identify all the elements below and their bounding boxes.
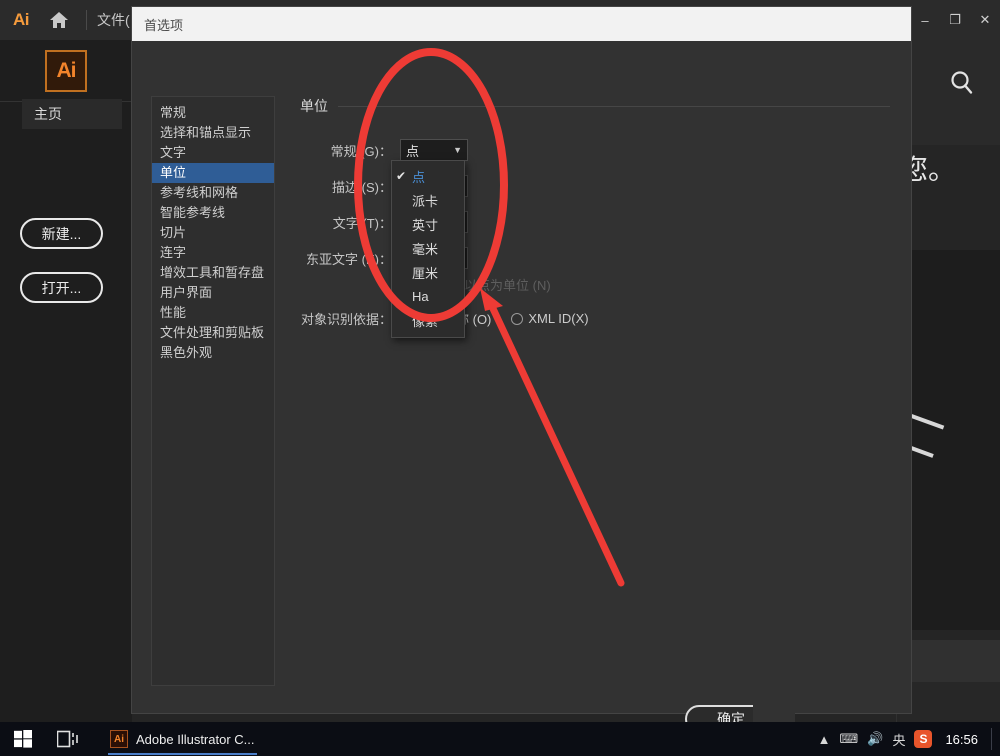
category-item-11[interactable]: 文件处理和剪贴板 [152, 323, 274, 343]
show-desktop-button[interactable] [991, 728, 992, 750]
screen-root: Ai 文件( – ❐ ✕ Ai 主页 新建... 打开... 您。 首选项 常规… [0, 0, 1000, 756]
dialog-body: 常规 选择和锚点显示 文字 单位 参考线和网格 智能参考线 切片 连字 增效工具… [132, 41, 911, 737]
dropdown-label-inch: 英寸 [412, 217, 439, 233]
category-item-10[interactable]: 性能 [152, 303, 274, 323]
dropdown-item-pixel[interactable]: 像素 [392, 308, 464, 332]
check-icon: ✔ [396, 169, 407, 183]
app-logo-icon: Ai [13, 10, 30, 29]
category-item-9[interactable]: 用户界面 [152, 283, 274, 303]
home-icon[interactable] [42, 3, 76, 37]
tray-keyboard-icon[interactable]: ⌨ [839, 731, 858, 747]
field-label-general: 常规 (G)： [330, 143, 392, 159]
tray-chevron-icon[interactable]: ▲ [818, 732, 831, 747]
minimize-button[interactable]: – [910, 0, 940, 40]
right-panel-lower [900, 250, 1000, 630]
category-item-1[interactable]: 选择和锚点显示 [152, 123, 274, 143]
category-item-0[interactable]: 常规 [152, 103, 274, 123]
new-file-button[interactable]: 新建... [20, 218, 103, 249]
radio-option-xml-id[interactable]: XML ID(X) [511, 311, 589, 326]
field-row-general: 常规 (G)： 点 ▼ [300, 138, 890, 162]
field-label-asian-type: 东亚文字 (E)： [306, 251, 392, 267]
taskbar-item-label: Adobe Illustrator C... [136, 731, 255, 747]
dialog-title: 首选项 [144, 17, 184, 33]
dropdown-label-centimeter: 厘米 [412, 265, 439, 281]
field-row-asian-type: 东亚文字 (E)： 点 ▼ [300, 246, 890, 270]
close-button[interactable]: ✕ [970, 0, 1000, 40]
category-item-8[interactable]: 增效工具和暂存盘 [152, 263, 274, 283]
category-item-7[interactable]: 连字 [152, 243, 274, 263]
field-label-type: 文字 (T)： [332, 215, 392, 231]
sogou-ime-icon[interactable]: S [914, 730, 933, 748]
dropdown-item-point[interactable]: ✔ 点 [392, 164, 464, 188]
open-file-button[interactable]: 打开... [20, 272, 103, 303]
dropdown-label-pica: 派卡 [412, 193, 439, 209]
radio-label-xml-id: XML ID(X) [528, 311, 589, 326]
field-row-stroke: 描边 (S)： 点 ▼ [300, 174, 890, 198]
preferences-dialog: 首选项 常规 选择和锚点显示 文字 单位 参考线和网格 智能参考线 切片 连字 … [131, 6, 912, 737]
restore-button[interactable]: ❐ [940, 0, 970, 40]
chevron-down-icon: ▼ [453, 145, 462, 155]
illustrator-taskbar-icon: Ai [110, 730, 128, 748]
category-item-12[interactable]: 黑色外观 [152, 343, 274, 363]
dropdown-item-ha[interactable]: Ha [392, 284, 464, 308]
object-identify-label: 对象识别依据： [300, 312, 392, 327]
select-general-value: 点 [406, 143, 420, 159]
dialog-titlebar: 首选项 [132, 7, 911, 41]
search-icon[interactable] [937, 58, 987, 108]
section-rule [338, 105, 890, 107]
field-label-stroke: 描边 (S)： [332, 179, 392, 195]
system-tray: ▲ ⌨ 🔊 央 S 16:56 [818, 722, 1000, 756]
windows-start-icon[interactable] [0, 730, 46, 748]
dropdown-item-pica[interactable]: 派卡 [392, 188, 464, 212]
taskbar-item-illustrator[interactable]: Ai Adobe Illustrator C... [100, 722, 265, 756]
category-item-2[interactable]: 文字 [152, 143, 274, 163]
radio-dot-xml-id[interactable] [511, 312, 524, 325]
tray-ime-mode-icon[interactable]: 央 [892, 730, 905, 749]
section-header: 单位 [300, 96, 890, 116]
preferences-category-list[interactable]: 常规 选择和锚点显示 文字 单位 参考线和网格 智能参考线 切片 连字 增效工具… [151, 96, 275, 686]
dropdown-label-point: 点 [412, 169, 426, 185]
illustrator-logo-icon: Ai [45, 49, 87, 92]
field-row-type: 文字 (T)： 点 ▼ [300, 210, 890, 234]
taskbar-clock[interactable]: 16:56 [945, 732, 978, 747]
menu-file[interactable]: 文件( [97, 10, 130, 30]
window-controls: – ❐ ✕ [910, 0, 1000, 40]
select-general-units[interactable]: 点 ▼ [400, 139, 468, 161]
section-title: 单位 [300, 98, 328, 114]
toolbar-separator [86, 10, 87, 30]
category-item-5[interactable]: 智能参考线 [152, 203, 274, 223]
dropdown-item-millimeter[interactable]: 毫米 [392, 236, 464, 260]
dropdown-item-inch[interactable]: 英寸 [392, 212, 464, 236]
category-item-units[interactable]: 单位 [152, 163, 274, 183]
rail-logo-area: Ai [0, 40, 132, 102]
category-item-6[interactable]: 切片 [152, 223, 274, 243]
windows-taskbar: Ai Adobe Illustrator C... ▲ ⌨ 🔊 央 S 16:5… [0, 722, 1000, 756]
dropdown-label-millimeter: 毫米 [412, 241, 439, 257]
units-dropdown-menu[interactable]: ✔ 点 派卡 英寸 毫米 厘米 Ha 像素 [391, 160, 465, 338]
preferences-units-pane: 单位 常规 (G)： 点 ▼ 描边 (S)： 点 ▼ [300, 96, 890, 696]
tray-volume-icon[interactable]: 🔊 [867, 731, 883, 747]
task-view-icon[interactable] [46, 730, 90, 748]
dropdown-label-pixel: 像素 [412, 313, 439, 329]
category-item-4[interactable]: 参考线和网格 [152, 183, 274, 203]
left-rail: Ai [0, 40, 132, 722]
dropdown-item-centimeter[interactable]: 厘米 [392, 260, 464, 284]
dropdown-label-ha: Ha [412, 288, 429, 304]
sidebar-item-home[interactable]: 主页 [22, 99, 122, 129]
